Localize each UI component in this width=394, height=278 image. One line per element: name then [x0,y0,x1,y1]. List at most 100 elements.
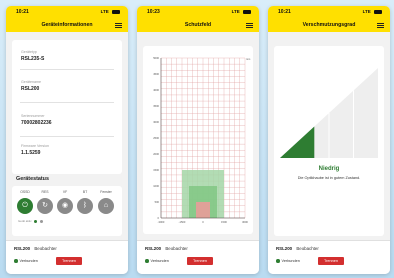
status-bar: 10:21 LTE [268,6,390,18]
connection-bar: RSL200 Beobachter Verbunden Trennen [137,240,259,274]
field-value: 70002802236 [21,120,52,126]
status-label-res: RES [41,190,49,194]
contamination-card: Niedrig Die Optikhaube ist in gutem Zust… [274,46,384,236]
page-title: Geräteinformationen [41,22,93,28]
battery-icon [243,9,251,15]
x-tick-label: -1500 [179,220,186,224]
connection-text: Verbunden [19,259,38,263]
y-tick-label: 2000 [153,152,159,156]
field-firmware-version: Firmware Version 1.1.5259 [21,144,49,156]
app-header: Geräteinformationen [6,18,128,32]
contamination-gauge [280,68,378,158]
x-tick-label: -3000 [158,220,165,224]
device-name: RSL200 [276,246,293,251]
y-tick-label: 1000 [153,184,159,188]
field-label: Gerätetyp [21,50,37,54]
connection-status: Verbunden [14,259,38,263]
page-title: Schutzfeld [184,22,212,28]
x-tick-label: 0 [202,220,204,224]
app-header: Verschmutzungsgrad [268,18,390,32]
disconnect-button[interactable]: Trennen [187,257,213,265]
gauge-fill [280,126,315,158]
field-zone [196,202,210,218]
device-name: RSL200 [145,246,162,251]
connection-status: Verbunden [276,259,300,263]
y-tick-label: 3500 [153,104,159,108]
unit-label: mm [246,58,250,61]
signal-text: LTE [231,9,240,14]
disconnect-button[interactable]: Trennen [56,257,82,265]
legend-dot-inactive [40,219,44,223]
status-time: 10:21 [16,9,29,15]
phone-contamination-level: 10:21 LTE Verschmutzungsgrad Niedrig Die… [268,6,390,274]
connected-device: RSL200 Beobachter [145,246,188,251]
field-chart-card: 5000 4500 4000 3500 3000 2500 2000 1500 1000 500 0… [143,46,253,234]
contamination-level-label: Niedrig [318,166,340,172]
y-tick-label: 4500 [153,72,159,76]
battery-icon [374,9,382,15]
y-tick-label: 0 [158,216,160,220]
connection-status: Verbunden [145,259,169,263]
legend-text: Gerät aktiv [18,219,32,223]
divider [20,69,114,70]
status-label-ossd: OSSD [20,190,30,194]
legend-dot-active [34,219,38,223]
signal-indicator: LTE [362,9,382,15]
device-role: Beobachter [34,246,57,251]
y-tick-label: 1500 [153,168,159,172]
field-label: Seriennummer [21,114,45,118]
field-chart: 5000450040003500300025002000150010005000… [153,56,250,224]
signal-indicator: LTE [100,9,120,15]
y-tick-label: 500 [155,200,160,204]
device-info-card: Gerätetyp RSL235-S Gerätename RSL200 Ser… [12,40,122,174]
connection-text: Verbunden [281,259,300,263]
phone-device-info: 10:21 LTE Geräteinformationen Gerätetyp … [6,6,128,274]
power-icon: ⏻ [17,198,33,214]
bluetooth-icon: ᛒ [77,198,93,214]
device-role: Beobachter [296,246,319,251]
y-tick-label: 3000 [153,120,159,124]
status-label-vf: VF [62,190,68,194]
signal-indicator: LTE [231,9,251,15]
page-title: Verschmutzungsgrad [302,22,356,28]
connected-dot-icon [276,259,280,263]
x-tick-label: 3000 [242,220,248,224]
status-time: 10:23 [147,9,160,15]
device-role: Beobachter [165,246,188,251]
field-label: Gerätename [21,80,41,84]
disconnect-button[interactable]: Trennen [318,257,344,265]
restart-icon: ↻ [37,198,53,214]
signal-text: LTE [100,9,109,14]
status-time: 10:21 [278,9,291,15]
status-legend: Gerät aktiv [18,219,44,223]
camera-icon: ◉ [57,198,73,214]
connection-bar: RSL200 Beobachter Verbunden Trennen [6,240,128,274]
y-tick-label: 4000 [153,88,159,92]
connected-device: RSL200 Beobachter [276,246,319,251]
battery-icon [112,9,120,15]
status-bar: 10:21 LTE [6,6,128,18]
status-label-bt: BT [82,190,88,194]
connected-dot-icon [14,259,18,263]
field-value: RSL200 [21,86,40,92]
divider [20,102,114,103]
menu-icon[interactable] [377,22,384,28]
field-label: Firmware Version [21,144,49,148]
menu-icon[interactable] [246,22,253,28]
app-header: Schutzfeld [137,18,259,32]
status-bar: 10:23 LTE [137,6,259,18]
field-device-type: Gerätetyp RSL235-S [21,50,44,62]
signal-text: LTE [362,9,371,14]
menu-icon[interactable] [115,22,122,28]
y-tick-label: 2500 [153,136,159,140]
phone-protective-field: 10:23 LTE Schutzfeld 5000 4500 4000 3500 300… [137,6,259,274]
window-icon: ⌂ [98,198,114,214]
field-serial-number: Seriennummer 70002802236 [21,114,52,126]
field-value: RSL235-S [21,56,45,62]
device-name: RSL200 [14,246,31,251]
connection-bar: RSL200 Beobachter Verbunden Trennen [268,240,390,274]
status-label-window: Fenster [100,190,112,194]
section-title-device-status: Gerätestatus [16,176,49,182]
field-value: 1.1.5259 [21,150,41,156]
contamination-description: Die Optikhaube ist in gutem Zustand. [297,176,361,180]
